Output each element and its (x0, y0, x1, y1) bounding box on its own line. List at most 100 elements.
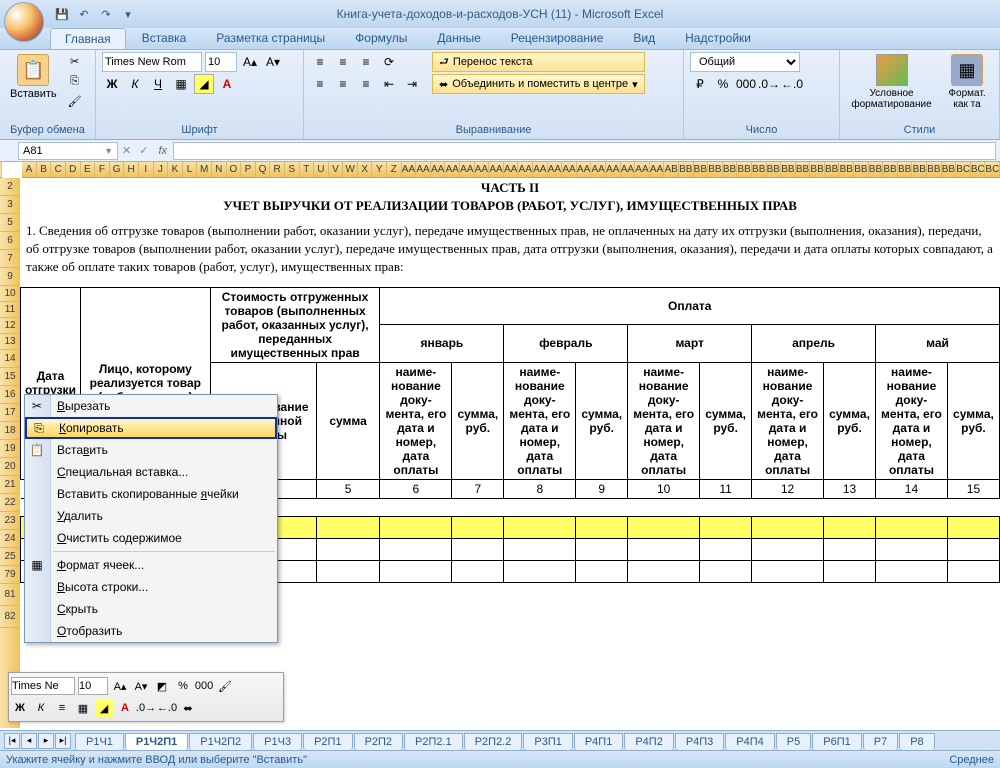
row-header[interactable]: 82 (0, 606, 20, 628)
context-menu-item[interactable]: Вставить скопированные ячейки (25, 483, 277, 505)
column-header[interactable]: BB (694, 162, 709, 177)
column-header[interactable]: BC (985, 162, 1000, 177)
column-header[interactable]: E (81, 162, 96, 177)
fx-icon[interactable]: fx (158, 145, 167, 157)
last-sheet-icon[interactable]: ▸| (55, 733, 71, 749)
column-header[interactable]: AA (489, 162, 504, 177)
font-name-select[interactable] (102, 52, 202, 72)
paste-button[interactable]: 📋 Вставить (6, 52, 61, 102)
column-header[interactable]: Y (372, 162, 387, 177)
column-header[interactable]: BB (927, 162, 942, 177)
row-header[interactable]: 79 (0, 566, 20, 584)
row-header[interactable]: 6 (0, 232, 20, 250)
italic-button[interactable]: К (125, 74, 145, 94)
tab-review[interactable]: Рецензирование (497, 28, 618, 49)
row-header[interactable]: 23 (0, 512, 20, 530)
context-menu-item[interactable]: ▦Формат ячеек... (25, 554, 277, 576)
shrink-font-icon[interactable]: A▾ (263, 52, 283, 72)
increase-decimal-icon[interactable]: .0→ (759, 74, 779, 94)
sheet-tab[interactable]: Р1Ч2П1 (125, 733, 188, 750)
mini-styles-icon[interactable]: ◩ (153, 677, 171, 695)
column-header[interactable]: BB (723, 162, 738, 177)
mini-font-name[interactable] (11, 677, 75, 695)
row-header[interactable]: 25 (0, 548, 20, 566)
column-header[interactable]: AA (518, 162, 533, 177)
column-header[interactable]: AA (504, 162, 519, 177)
context-menu-item[interactable]: ✂Вырезать (25, 395, 277, 417)
sheet-tab[interactable]: Р1Ч2П2 (189, 733, 252, 750)
next-sheet-icon[interactable]: ▸ (38, 733, 54, 749)
column-header[interactable]: BB (708, 162, 723, 177)
undo-icon[interactable]: ↶ (76, 6, 92, 22)
font-color-button[interactable]: A (217, 74, 237, 94)
font-size-select[interactable] (205, 52, 237, 72)
sheet-tab[interactable]: Р2П2 (354, 733, 403, 750)
column-header[interactable]: AA (562, 162, 577, 177)
tab-addins[interactable]: Надстройки (671, 28, 765, 49)
first-sheet-icon[interactable]: |◂ (4, 733, 20, 749)
row-header[interactable]: 2 (0, 178, 20, 196)
sheet-tab[interactable]: Р2П2.1 (404, 733, 463, 750)
merge-center-button[interactable]: ⬌ Объединить и поместить в центре ▾ (432, 74, 645, 94)
row-header[interactable]: 13 (0, 334, 20, 350)
wrap-text-button[interactable]: ⮐ Перенос текста (432, 52, 645, 72)
column-header[interactable]: AB (664, 162, 679, 177)
cut-icon[interactable]: ✂ (65, 52, 85, 70)
sheet-tab[interactable]: Р8 (899, 733, 934, 750)
formula-input[interactable] (173, 142, 996, 160)
row-header[interactable]: 9 (0, 268, 20, 286)
column-header[interactable]: AA (621, 162, 636, 177)
column-header[interactable]: BB (737, 162, 752, 177)
column-header[interactable]: O (227, 162, 242, 177)
align-top-icon[interactable]: ≡ (310, 52, 330, 72)
context-menu-item[interactable]: ⎘Копировать (25, 417, 277, 439)
select-all-corner[interactable] (0, 162, 2, 178)
column-header[interactable]: AA (402, 162, 417, 177)
row-header[interactable]: 19 (0, 440, 20, 458)
column-header[interactable]: BB (810, 162, 825, 177)
align-bottom-icon[interactable]: ≡ (356, 52, 376, 72)
row-header[interactable]: 20 (0, 458, 20, 476)
sheet-tab[interactable]: Р4П2 (624, 733, 673, 750)
copy-icon[interactable]: ⎘ (65, 72, 85, 90)
bold-button[interactable]: Ж (102, 74, 122, 94)
column-header[interactable]: N (212, 162, 227, 177)
sheet-tab[interactable]: Р2П1 (303, 733, 352, 750)
align-center-icon[interactable]: ≡ (333, 74, 353, 94)
column-header[interactable]: I (139, 162, 154, 177)
align-left-icon[interactable]: ≡ (310, 74, 330, 94)
column-header[interactable]: AA (606, 162, 621, 177)
row-header[interactable]: 3 (0, 196, 20, 214)
column-header[interactable]: D (66, 162, 81, 177)
column-header[interactable]: W (343, 162, 358, 177)
column-header[interactable]: BB (883, 162, 898, 177)
mini-comma-icon[interactable]: 000 (195, 677, 213, 695)
office-button[interactable] (4, 2, 44, 42)
decrease-indent-icon[interactable]: ⇤ (379, 74, 399, 94)
row-header[interactable]: 21 (0, 476, 20, 494)
row-header[interactable]: 5 (0, 214, 20, 232)
column-header[interactable]: BB (869, 162, 884, 177)
sheet-tab[interactable]: Р7 (863, 733, 898, 750)
column-header[interactable]: X (358, 162, 373, 177)
tab-view[interactable]: Вид (619, 28, 669, 49)
tab-insert[interactable]: Вставка (128, 28, 201, 49)
align-middle-icon[interactable]: ≡ (333, 52, 353, 72)
mini-italic-icon[interactable]: К (32, 699, 50, 717)
underline-button[interactable]: Ч (148, 74, 168, 94)
row-header[interactable]: 18 (0, 422, 20, 440)
increase-indent-icon[interactable]: ⇥ (402, 74, 422, 94)
prev-sheet-icon[interactable]: ◂ (21, 733, 37, 749)
column-header[interactable]: Q (256, 162, 271, 177)
column-header[interactable]: AA (591, 162, 606, 177)
cancel-icon[interactable]: ✕ (122, 144, 131, 157)
context-menu-item[interactable]: Удалить (25, 505, 277, 527)
column-header[interactable]: BB (767, 162, 782, 177)
column-header[interactable]: C (51, 162, 66, 177)
mini-font-color-icon[interactable]: A (116, 699, 134, 717)
column-header[interactable]: BB (898, 162, 913, 177)
row-header[interactable]: 11 (0, 302, 20, 318)
column-header[interactable]: AA (548, 162, 563, 177)
mini-dec-decimal-icon[interactable]: ←.0 (158, 699, 176, 717)
conditional-formatting-button[interactable]: Условное форматирование (846, 52, 937, 112)
